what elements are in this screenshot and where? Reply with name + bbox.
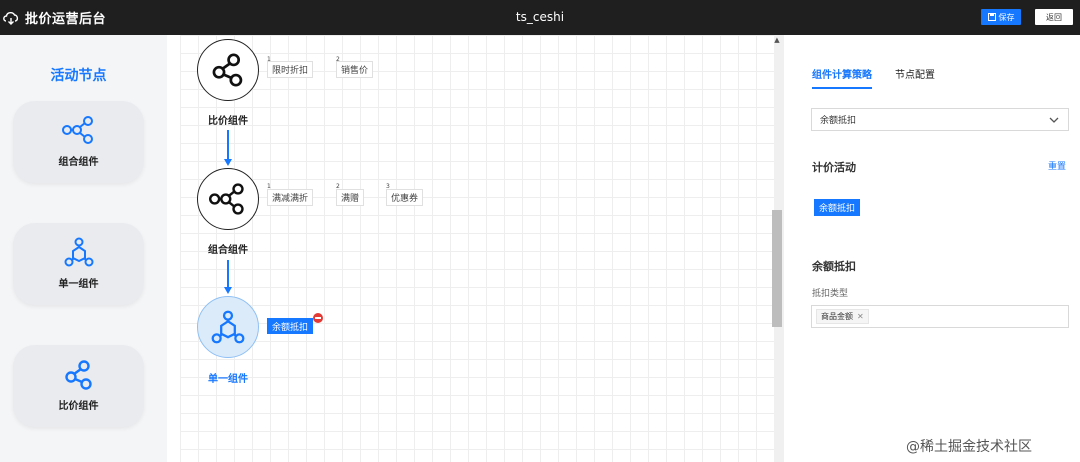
activity-tag-selected[interactable]: 余额抵扣	[267, 318, 314, 334]
canvas-scrollbar-thumb[interactable]	[772, 210, 782, 327]
palette-card-single[interactable]: 单一组件	[13, 223, 144, 305]
palette-card-label: 单一组件	[58, 279, 99, 290]
flow-connector	[227, 130, 229, 160]
scroll-up-arrow-icon[interactable]: ▲	[772, 36, 782, 46]
save-button[interactable]: 保存	[981, 9, 1021, 25]
palette-card-compare[interactable]: 比价组件	[13, 345, 144, 427]
tab-label: 组件计算策略	[812, 70, 872, 81]
palette-card-label: 组合组件	[58, 157, 99, 168]
deduction-type-select[interactable]: 商品金额 ✕	[811, 305, 1069, 328]
flow-canvas[interactable]	[180, 35, 774, 462]
active-tab-indicator	[812, 87, 872, 89]
selected-value-chip: 商品金额 ✕	[816, 309, 869, 324]
detail-title: 余额抵扣	[812, 260, 856, 273]
compare-node-icon	[64, 360, 92, 390]
pricing-activity-chip[interactable]: 余额抵扣	[814, 199, 861, 216]
tab-label: 节点配置	[895, 70, 935, 81]
combo-node-icon	[209, 183, 244, 215]
activity-tag[interactable]: 满赠	[336, 189, 365, 206]
palette-card-combo[interactable]: 组合组件	[13, 101, 144, 183]
combo-node-icon	[61, 116, 93, 144]
palette-card-label: 比价组件	[58, 401, 99, 412]
chip-label: 商品金额	[821, 312, 853, 321]
activity-tag-label: 满减满折	[272, 194, 309, 204]
arrow-down-icon	[224, 287, 232, 294]
activity-tag-label: 销售价	[341, 66, 369, 76]
strategy-select-value: 余额抵扣	[820, 116, 857, 126]
back-button-label: 返回	[1046, 12, 1062, 22]
activity-tag-label: 限时折扣	[272, 66, 309, 76]
flow-node-label: 单一组件	[208, 374, 248, 385]
remove-tag-icon[interactable]	[313, 313, 323, 323]
watermark-text: @稀土掘金技术社区	[906, 439, 1032, 455]
watermark: @稀土掘金技术社区	[906, 436, 1032, 456]
reset-link[interactable]: 重置	[1048, 159, 1066, 172]
strategy-select[interactable]: 余额抵扣	[811, 108, 1069, 131]
app-title: 批价运营后台	[25, 12, 107, 27]
properties-panel: 组件计算策略 节点配置 余额抵扣 计价活动 重置 余额抵扣 余额抵扣 抵扣类型 …	[797, 35, 1080, 462]
flow-node-label: 比价组件	[208, 116, 248, 127]
activity-tag[interactable]: 销售价	[336, 61, 374, 78]
flow-connector	[227, 260, 229, 288]
activity-tag[interactable]: 满减满折	[267, 189, 314, 206]
save-button-label: 保存	[998, 12, 1015, 22]
deduction-type-label: 抵扣类型	[812, 289, 849, 299]
compare-node-icon	[212, 53, 243, 87]
top-header: 批价运营后台 ts_ceshi 保存 返回	[0, 0, 1080, 35]
flow-node-label: 组合组件	[208, 245, 248, 256]
palette-title: 活动节点	[50, 68, 107, 84]
node-palette: 活动节点 组合组件 单一组件 比价组件	[0, 35, 167, 462]
activity-tag-label: 优惠券	[391, 194, 419, 204]
tab-strategy[interactable]: 组件计算策略	[812, 66, 872, 81]
cloud-logo-icon	[3, 11, 19, 25]
close-icon[interactable]: ✕	[857, 312, 864, 321]
activity-tag-label: 满赠	[341, 194, 360, 204]
flow-node-single[interactable]	[197, 296, 259, 358]
tab-node-config[interactable]: 节点配置	[895, 66, 935, 81]
chevron-down-icon	[1049, 117, 1059, 123]
activity-tag-label: 余额抵扣	[272, 322, 309, 333]
flow-node-compare[interactable]	[197, 39, 259, 101]
page-title: ts_ceshi	[515, 10, 565, 24]
back-button[interactable]: 返回	[1035, 9, 1073, 25]
chip-label: 余额抵扣	[819, 204, 856, 214]
pricing-activity-title: 计价活动	[812, 161, 856, 174]
single-node-icon	[64, 237, 93, 267]
activity-tag[interactable]: 优惠券	[386, 189, 424, 206]
save-icon	[987, 13, 996, 21]
activity-tag[interactable]: 限时折扣	[267, 61, 314, 78]
flow-node-combo[interactable]	[197, 168, 259, 230]
arrow-down-icon	[224, 159, 232, 166]
single-node-icon	[211, 310, 245, 344]
